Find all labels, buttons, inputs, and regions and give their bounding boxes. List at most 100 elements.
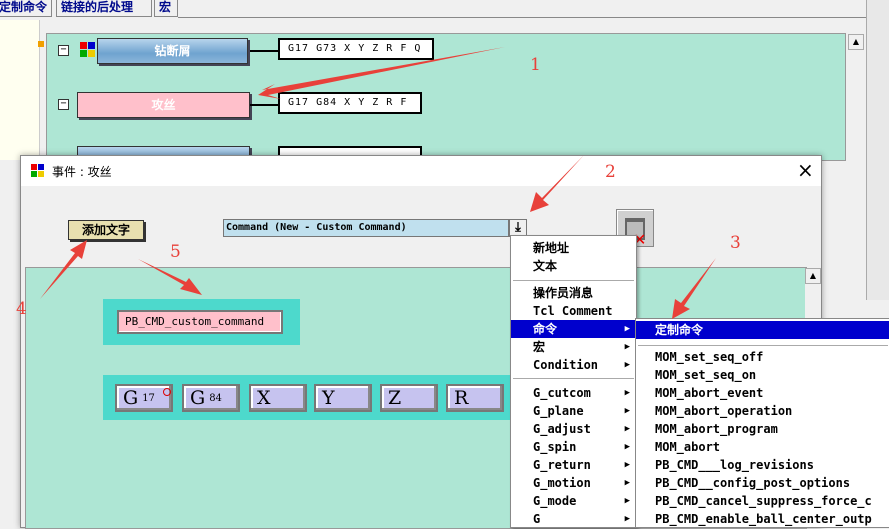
submenu-item[interactable]: MOM_abort: [636, 438, 889, 456]
menu-separator: [513, 280, 634, 281]
submenu-item[interactable]: MOM_abort_event: [636, 384, 889, 402]
right-edge-panel: [866, 0, 889, 300]
submenu-item[interactable]: PB_CMD_enable_ball_center_outp: [636, 510, 889, 528]
collapse-icon[interactable]: −: [58, 99, 69, 110]
submenu-arrow-icon: ▶: [624, 460, 630, 470]
menu-item-text[interactable]: 文本: [511, 257, 636, 275]
submenu-item[interactable]: PB_CMD_cancel_suppress_force_c: [636, 492, 889, 510]
address-chip-label: G: [123, 387, 139, 409]
submenu-arrow-icon: ▶: [624, 406, 630, 416]
event-command-block[interactable]: G17 G84 X Y Z R F: [278, 92, 422, 114]
menu-item-label: G_mode: [533, 494, 577, 508]
event-button-tapping[interactable]: 攻丝: [77, 92, 250, 118]
event-command-block[interactable]: G17 G73 X Y Z R F Q: [278, 38, 434, 60]
dialog-app-icon: [31, 164, 45, 178]
menu-separator: [638, 345, 888, 346]
submenu-arrow-icon: ▶: [624, 442, 630, 452]
submenu-item-custom-command[interactable]: 定制命令: [636, 321, 889, 339]
submenu-arrow-icon: ▶: [624, 424, 630, 434]
tab-linked-post[interactable]: 链接的后处理: [56, 0, 152, 17]
menu-item-g-plane[interactable]: G_plane ▶: [511, 402, 636, 420]
modal-indicator-icon: [163, 388, 171, 396]
tab-macro[interactable]: 宏: [154, 0, 178, 17]
menu-item-macro[interactable]: 宏 ▶: [511, 338, 636, 356]
left-tree-pane: [0, 20, 40, 160]
menu-item-g-cutcom[interactable]: G_cutcom ▶: [511, 384, 636, 402]
address-chip-g17[interactable]: G 17: [115, 384, 173, 412]
menu-item-g-mode[interactable]: G_mode ▶: [511, 492, 636, 510]
command-submenu: 定制命令 MOM_set_seq_off MOM_set_seq_on MOM_…: [635, 318, 889, 528]
tab-strip-line: [178, 17, 878, 18]
menu-item-g-spin[interactable]: G_spin ▶: [511, 438, 636, 456]
command-select[interactable]: Command (New - Custom Command): [223, 219, 509, 237]
submenu-item[interactable]: MOM_set_seq_off: [636, 348, 889, 366]
annotation-label-3: 3: [730, 233, 741, 253]
menu-item-label: 命令: [533, 322, 558, 336]
address-chip-sub: 84: [209, 393, 222, 404]
menu-item-tcl-comment[interactable]: Tcl Comment: [511, 302, 636, 320]
annotation-label-1: 1: [530, 55, 541, 75]
event-connector: [250, 104, 278, 106]
command-dropdown-menu: 新地址 文本 操作员消息 Tcl Comment 命令 ▶ 宏 ▶ Conditio…: [510, 235, 637, 528]
menu-item-label: G_motion: [533, 476, 591, 490]
menu-separator: [513, 378, 634, 379]
submenu-arrow-icon: ▶: [624, 478, 630, 488]
dialog-titlebar: 事件 : 攻丝 ×: [21, 156, 821, 186]
add-text-button[interactable]: 添加文字: [68, 220, 144, 240]
menu-item-label: Condition: [533, 358, 599, 372]
menu-item-label: 宏: [533, 340, 546, 354]
menu-item-label: G_cutcom: [533, 386, 591, 400]
collapse-icon[interactable]: −: [58, 45, 69, 56]
event-button-peck-drill[interactable]: 钻断屑: [97, 38, 248, 64]
menu-item-g-return[interactable]: G_return ▶: [511, 456, 636, 474]
address-chip-label: X: [257, 387, 271, 409]
dialog-title: 事件 : 攻丝: [52, 165, 112, 179]
submenu-item[interactable]: MOM_abort_operation: [636, 402, 889, 420]
address-chip-label: R: [454, 387, 469, 409]
submenu-arrow-icon: ▶: [624, 496, 630, 506]
submenu-arrow-icon: ▶: [624, 342, 630, 352]
annotation-label-5: 5: [170, 242, 181, 262]
annotation-label-2: 2: [605, 162, 616, 182]
menu-item-label: G_spin: [533, 440, 577, 454]
menu-item-new-address[interactable]: 新地址: [511, 239, 636, 257]
scroll-up-button[interactable]: ▲: [805, 268, 821, 284]
address-chip-label: G: [190, 387, 206, 409]
address-chip-label: Z: [388, 387, 402, 409]
address-chip-r[interactable]: R: [446, 384, 504, 412]
submenu-item[interactable]: PB_CMD___log_revisions: [636, 456, 889, 474]
menu-item-g[interactable]: G ▶: [511, 510, 636, 528]
menu-item-label: G: [533, 512, 541, 526]
submenu-arrow-icon: ▶: [624, 514, 630, 524]
menu-item-command[interactable]: 命令 ▶: [511, 320, 636, 338]
menu-item-condition[interactable]: Condition ▶: [511, 356, 636, 374]
submenu-item[interactable]: MOM_set_seq_on: [636, 366, 889, 384]
close-icon[interactable]: ×: [797, 158, 814, 182]
tree-marker: [38, 41, 44, 47]
submenu-arrow-icon: ▶: [624, 360, 630, 370]
event-connector: [250, 50, 278, 52]
address-chip-g84[interactable]: G 84: [182, 384, 240, 412]
address-chip-z[interactable]: Z: [380, 384, 438, 412]
annotation-label-4: 4: [16, 299, 27, 319]
scroll-up-button[interactable]: ▲: [848, 34, 864, 50]
background-scrollbar[interactable]: ▲: [848, 34, 864, 290]
menu-item-label: G_return: [533, 458, 591, 472]
address-chip-label: Y: [322, 387, 335, 409]
address-chip-x[interactable]: X: [249, 384, 307, 412]
menu-item-label: G_adjust: [533, 422, 591, 436]
submenu-item[interactable]: PB_CMD__config_post_options: [636, 474, 889, 492]
menu-item-g-motion[interactable]: G_motion ▶: [511, 474, 636, 492]
address-chip-sub: 17: [142, 393, 155, 404]
menu-item-operator-message[interactable]: 操作员消息: [511, 284, 636, 302]
submenu-item[interactable]: MOM_abort_program: [636, 420, 889, 438]
menu-item-label: G_plane: [533, 404, 584, 418]
custom-command-block[interactable]: PB_CMD_custom_command: [117, 310, 283, 334]
menu-item-g-adjust[interactable]: G_adjust ▶: [511, 420, 636, 438]
tab-custom-command[interactable]: 定制命令: [0, 0, 52, 17]
address-chip-y[interactable]: Y: [314, 384, 372, 412]
submenu-arrow-icon: ▶: [624, 324, 630, 334]
submenu-arrow-icon: ▶: [624, 388, 630, 398]
address-block-frame: G 17 G 84 X Y Z R: [103, 375, 512, 420]
event-blocks-icon: [80, 42, 96, 58]
